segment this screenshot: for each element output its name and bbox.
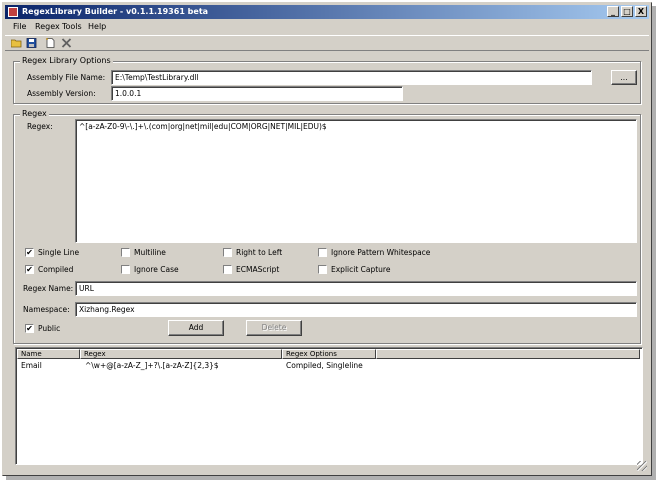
compiled-check[interactable]: ✔ [25, 265, 34, 274]
regex-list[interactable]: Name Regex Regex Options Email ^\w+@[a-z… [15, 347, 643, 465]
app-window: RegexLibrary Builder - v0.1.1.19361 beta… [2, 2, 652, 476]
toolbar [5, 35, 649, 51]
menu-bar: File Regex Tools Help [5, 20, 649, 34]
maximize-button[interactable]: □ [621, 6, 633, 17]
minimize-button[interactable]: _ [607, 6, 619, 17]
assembly-file-input[interactable]: E:\Temp\TestLibrary.dll [111, 70, 592, 85]
namespace-input[interactable]: Xizhang.Regex [75, 302, 637, 317]
regex-textarea[interactable]: ^[a-zA-Z0-9\-\.]+\.(com|org|net|mil|edu|… [75, 119, 637, 243]
regex-name-input[interactable]: URL [75, 281, 637, 296]
assembly-file-label: Assembly File Name: [27, 73, 106, 82]
browse-button[interactable]: ... [611, 70, 637, 85]
save-icon[interactable] [26, 38, 37, 48]
assembly-version-label: Assembly Version: [27, 89, 96, 98]
row-options: Compiled, Singleline [286, 361, 363, 370]
delete-button[interactable]: Delete [246, 320, 302, 336]
ignore-pattern-whitespace-check[interactable] [318, 248, 327, 257]
library-options-label: Regex Library Options [20, 56, 113, 65]
ecmascript-check[interactable] [223, 265, 232, 274]
menu-file[interactable]: File [13, 22, 26, 31]
public-check[interactable]: ✔ [25, 324, 34, 333]
menu-help[interactable]: Help [88, 22, 106, 31]
app-icon [8, 7, 18, 17]
multiline-check[interactable] [121, 248, 130, 257]
right-to-left-check[interactable] [223, 248, 232, 257]
row-regex: ^\w+@[a-zA-Z_]+?\.[a-zA-Z]{2,3}$ [85, 361, 219, 370]
regex-label: Regex: [27, 122, 53, 131]
explicit-capture-check[interactable] [318, 265, 327, 274]
column-header-options[interactable]: Regex Options [282, 349, 376, 359]
ignore-case-check[interactable] [121, 265, 130, 274]
delete-icon[interactable] [61, 38, 72, 48]
menu-tools[interactable]: Tools [62, 22, 82, 31]
add-button[interactable]: Add [168, 320, 224, 336]
column-header-name[interactable]: Name [17, 349, 80, 359]
single-line-check[interactable]: ✔ [25, 248, 34, 257]
close-button[interactable]: X [635, 6, 647, 17]
open-folder-icon[interactable] [11, 38, 22, 48]
column-header-filler [376, 349, 640, 359]
assembly-version-input[interactable]: 1.0.0.1 [111, 86, 403, 101]
new-document-icon[interactable] [45, 38, 56, 48]
resize-grip[interactable] [637, 461, 647, 471]
window-title: RegexLibrary Builder - v0.1.1.19361 beta [22, 7, 209, 16]
table-row[interactable]: Email ^\w+@[a-zA-Z_]+?\.[a-zA-Z]{2,3}$ C… [17, 360, 641, 371]
menu-regex[interactable]: Regex [35, 22, 60, 31]
column-header-regex[interactable]: Regex [80, 349, 282, 359]
title-bar[interactable]: RegexLibrary Builder - v0.1.1.19361 beta… [5, 5, 649, 19]
regex-name-label: Regex Name: [23, 284, 74, 293]
row-name: Email [21, 361, 42, 370]
regex-group-label: Regex [20, 109, 49, 118]
namespace-label: Namespace: [23, 305, 70, 314]
